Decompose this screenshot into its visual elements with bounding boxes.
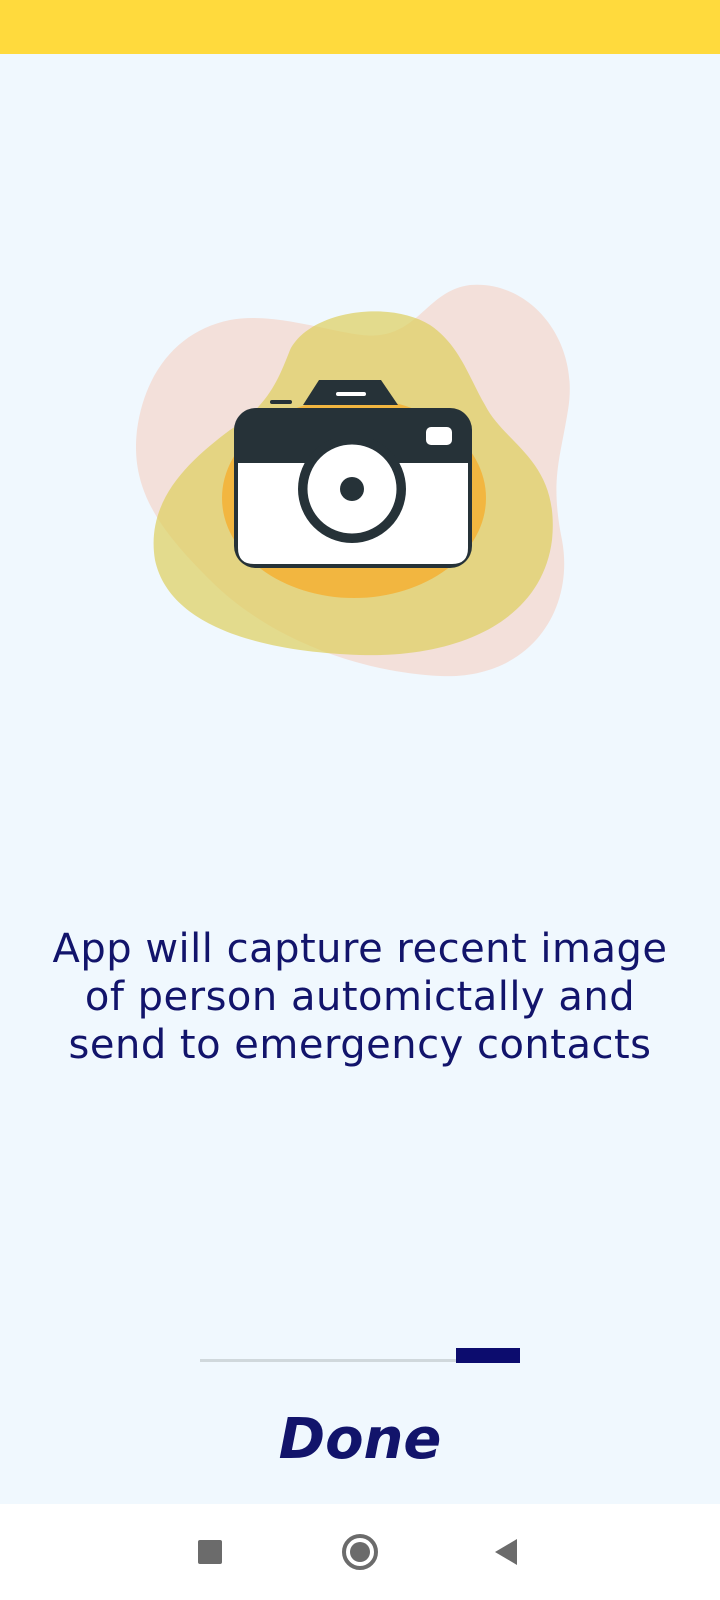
- recents-button[interactable]: [170, 1504, 250, 1600]
- home-button[interactable]: [320, 1504, 400, 1600]
- page-indicator-track: [200, 1359, 456, 1362]
- camera-shutter-line: [270, 400, 292, 404]
- back-button[interactable]: [466, 1504, 546, 1600]
- onboarding-description: App will capture recent image of person …: [52, 926, 668, 1068]
- system-nav-bar: [0, 1504, 720, 1600]
- camera-bump-slot: [336, 392, 366, 396]
- home-icon-inner: [350, 1542, 370, 1562]
- circle-icon: [342, 1534, 378, 1570]
- camera-illustration: [130, 280, 580, 700]
- camera-lens-center: [340, 477, 364, 501]
- square-icon: [198, 1540, 222, 1564]
- triangle-back-icon: [495, 1539, 517, 1565]
- camera-icon: [135, 284, 570, 677]
- status-bar: [0, 0, 720, 54]
- camera-flash: [426, 427, 452, 445]
- onboarding-screen: [0, 54, 720, 1504]
- page-indicator-active: [456, 1348, 520, 1363]
- done-button[interactable]: Done: [210, 1400, 510, 1480]
